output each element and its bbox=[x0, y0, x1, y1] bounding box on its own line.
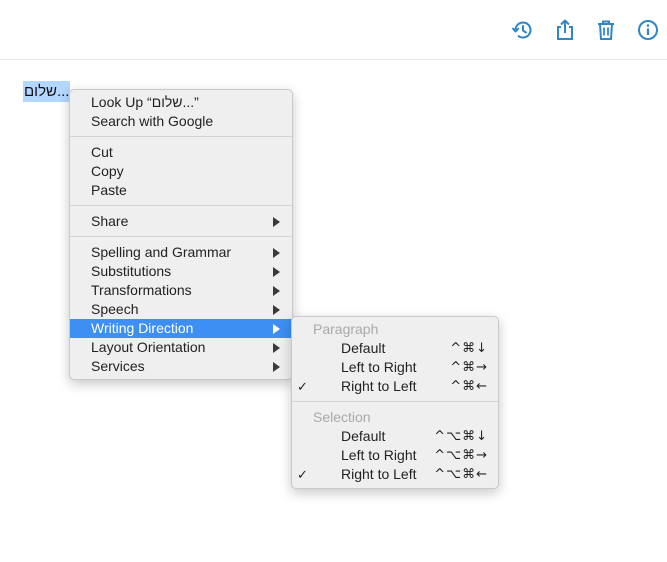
menu-item-label: Look Up “שלום...” bbox=[91, 94, 199, 110]
submenu-arrow-icon bbox=[273, 343, 280, 353]
trash-icon[interactable] bbox=[594, 18, 618, 42]
submenu-item-label: Left to Right bbox=[341, 359, 417, 375]
menu-item-layout-orientation[interactable]: Layout Orientation bbox=[70, 338, 292, 357]
submenu-item-label: Default bbox=[341, 428, 386, 444]
selection-default[interactable]: Default ^⌥⌘↓ bbox=[292, 427, 498, 446]
shortcut-label: ^⌘→ bbox=[450, 360, 488, 375]
context-menu: Look Up “שלום...” Search with Google Cut… bbox=[69, 89, 293, 380]
menu-item-search-google[interactable]: Search with Google bbox=[70, 112, 292, 131]
submenu-item-label: Left to Right bbox=[341, 447, 417, 463]
menu-separator bbox=[292, 401, 498, 402]
paragraph-header: Paragraph bbox=[313, 321, 379, 337]
history-icon[interactable] bbox=[510, 18, 534, 42]
menu-item-writing-direction[interactable]: Writing Direction bbox=[70, 319, 292, 338]
menu-item-label: Layout Orientation bbox=[91, 339, 206, 355]
menu-item-label: Speech bbox=[91, 301, 139, 317]
selected-text[interactable]: שלום... bbox=[23, 81, 71, 102]
menu-item-paste[interactable]: Paste bbox=[70, 181, 292, 200]
submenu-arrow-icon bbox=[273, 324, 280, 334]
menu-separator bbox=[70, 205, 292, 206]
menu-item-label: Copy bbox=[91, 163, 124, 179]
menu-item-label: Substitutions bbox=[91, 263, 172, 279]
shortcut-label: ^⌥⌘→ bbox=[434, 448, 488, 463]
menu-item-share[interactable]: Share bbox=[70, 212, 292, 231]
paragraph-right-to-left[interactable]: ✓ Right to Left ^⌘← bbox=[292, 377, 498, 396]
writing-direction-submenu: Paragraph Default ^⌘↓ Left to Right ^⌘→ … bbox=[291, 316, 499, 489]
submenu-arrow-icon bbox=[273, 248, 280, 258]
selection-left-to-right[interactable]: Left to Right ^⌥⌘→ bbox=[292, 446, 498, 465]
menu-item-services[interactable]: Services bbox=[70, 357, 292, 376]
menu-item-cut[interactable]: Cut bbox=[70, 143, 292, 162]
selection-right-to-left[interactable]: ✓ Right to Left ^⌥⌘← bbox=[292, 465, 498, 484]
menu-item-label: Share bbox=[91, 213, 129, 229]
submenu-arrow-icon bbox=[273, 267, 280, 277]
menu-item-label: Transformations bbox=[91, 282, 192, 298]
menu-item-label: Search with Google bbox=[91, 113, 214, 129]
paragraph-default[interactable]: Default ^⌘↓ bbox=[292, 339, 498, 358]
shortcut-label: ^⌥⌘↓ bbox=[434, 429, 488, 444]
submenu-item-label: Right to Left bbox=[341, 378, 417, 394]
submenu-item-label: Right to Left bbox=[341, 466, 417, 482]
submenu-arrow-icon bbox=[273, 362, 280, 372]
check-icon: ✓ bbox=[297, 467, 308, 482]
submenu-arrow-icon bbox=[273, 305, 280, 315]
menu-item-spelling-grammar[interactable]: Spelling and Grammar bbox=[70, 243, 292, 262]
menu-item-speech[interactable]: Speech bbox=[70, 300, 292, 319]
submenu-arrow-icon bbox=[273, 286, 280, 296]
menu-item-label: Services bbox=[91, 358, 145, 374]
paragraph-left-to-right[interactable]: Left to Right ^⌘→ bbox=[292, 358, 498, 377]
menu-item-transformations[interactable]: Transformations bbox=[70, 281, 292, 300]
menu-item-label: Spelling and Grammar bbox=[91, 244, 232, 260]
submenu-item-label: Default bbox=[341, 340, 386, 356]
shortcut-label: ^⌥⌘← bbox=[434, 467, 488, 482]
menu-item-label: Writing Direction bbox=[91, 320, 194, 336]
selection-header: Selection bbox=[313, 409, 371, 425]
menu-item-label: Cut bbox=[91, 144, 113, 160]
share-icon[interactable] bbox=[553, 18, 577, 42]
info-icon[interactable] bbox=[636, 18, 660, 42]
menu-separator bbox=[70, 136, 292, 137]
menu-item-substitutions[interactable]: Substitutions bbox=[70, 262, 292, 281]
menu-item-label: Paste bbox=[91, 182, 127, 198]
menu-item-copy[interactable]: Copy bbox=[70, 162, 292, 181]
menu-separator bbox=[70, 236, 292, 237]
check-icon: ✓ bbox=[297, 379, 308, 394]
toolbar bbox=[0, 0, 667, 60]
submenu-arrow-icon bbox=[273, 217, 280, 227]
menu-item-look-up[interactable]: Look Up “שלום...” bbox=[70, 93, 292, 112]
shortcut-label: ^⌘↓ bbox=[450, 341, 488, 356]
shortcut-label: ^⌘← bbox=[450, 379, 488, 394]
